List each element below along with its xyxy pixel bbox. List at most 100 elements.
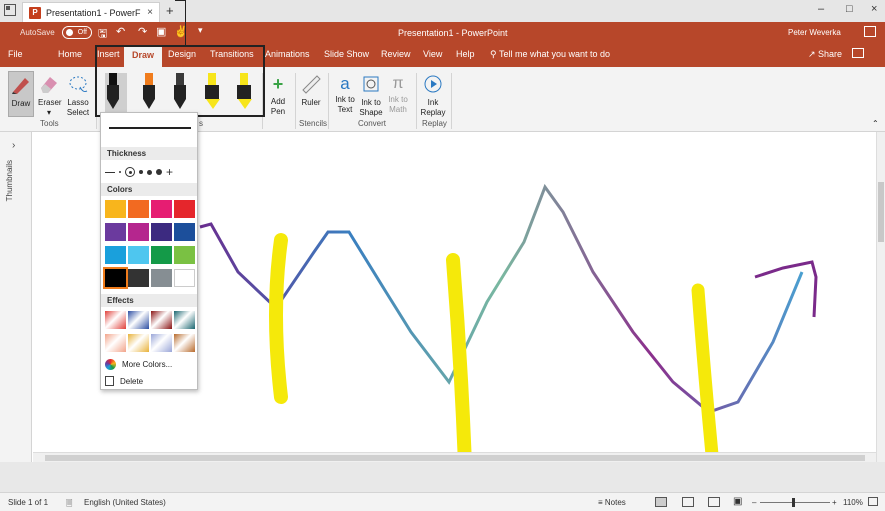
ribbon-display-options-icon[interactable]: [864, 26, 876, 37]
eraser-button[interactable]: Eraser ▾: [38, 73, 62, 118]
tab-help[interactable]: Help: [456, 49, 475, 59]
slide-sorter-icon[interactable]: [682, 497, 694, 507]
share-button[interactable]: ↗ Share: [808, 49, 842, 60]
slide-show-icon[interactable]: ▣: [733, 496, 742, 507]
expand-thumbnails-icon[interactable]: ›: [12, 140, 15, 151]
minimize-button[interactable]: –: [818, 3, 824, 15]
ink-replay-label-1: Ink: [427, 98, 439, 107]
ribbon-separator: [451, 73, 452, 129]
collapse-ribbon-icon[interactable]: ⌃: [872, 119, 879, 129]
vertical-scrollbar[interactable]: [876, 132, 885, 462]
undo-icon[interactable]: ↶: [116, 25, 125, 38]
thickness-option[interactable]: [139, 170, 143, 174]
effect-swatch[interactable]: [174, 334, 195, 352]
zoom-level[interactable]: 110%: [843, 498, 863, 507]
tab-slide-show[interactable]: Slide Show: [324, 49, 369, 59]
color-swatch[interactable]: [174, 246, 195, 264]
color-swatch[interactable]: [128, 246, 149, 264]
thickness-option-selected[interactable]: [125, 167, 135, 177]
tab-animations[interactable]: Animations: [265, 49, 310, 59]
add-pen-button[interactable]: + Add Pen: [266, 75, 290, 117]
highlighter-stroke[interactable]: [446, 253, 472, 472]
ink-replay-button[interactable]: Ink Replay: [420, 73, 446, 118]
color-swatch[interactable]: [103, 267, 128, 289]
color-swatch[interactable]: [128, 200, 149, 218]
thickness-header: Thickness: [101, 147, 197, 160]
tab-file[interactable]: File: [8, 49, 23, 59]
color-swatch[interactable]: [151, 200, 172, 218]
tab-home[interactable]: Home: [58, 49, 82, 59]
tabs-icon[interactable]: [4, 4, 16, 16]
ink-to-shape-label-2: Shape: [359, 108, 383, 117]
color-swatch[interactable]: [151, 223, 172, 241]
more-colors-item[interactable]: More Colors...: [105, 359, 172, 370]
color-swatch[interactable]: [105, 246, 126, 264]
document-tab[interactable]: P Presentation1 - PowerF ×: [22, 2, 160, 22]
effect-swatch[interactable]: [151, 334, 172, 352]
maximize-button[interactable]: □: [846, 3, 853, 15]
tab-review[interactable]: Review: [381, 49, 411, 59]
ink-stroke[interactable]: [199, 183, 804, 414]
autosave-toggle[interactable]: Off: [62, 26, 92, 39]
color-swatch[interactable]: [151, 246, 172, 264]
close-tab-icon[interactable]: ×: [147, 7, 153, 18]
zoom-out-button[interactable]: –: [752, 498, 756, 507]
fit-to-window-icon[interactable]: [868, 497, 878, 506]
effect-swatch[interactable]: [105, 311, 126, 329]
color-swatch[interactable]: [151, 269, 172, 287]
zoom-slider[interactable]: [760, 502, 830, 503]
color-swatch[interactable]: [128, 269, 149, 287]
from-beginning-icon[interactable]: ▣: [156, 25, 166, 38]
color-swatch[interactable]: [174, 200, 195, 218]
customize-qat-icon[interactable]: ▾: [198, 25, 203, 36]
thickness-option[interactable]: [147, 169, 152, 175]
horizontal-scrollbar[interactable]: [33, 452, 876, 462]
thumbnails-pane[interactable]: › Thumbnails: [0, 132, 32, 492]
effect-swatch[interactable]: [128, 334, 149, 352]
eraser-dropdown-icon[interactable]: ▾: [38, 108, 60, 118]
more-thickness-icon[interactable]: +: [166, 166, 173, 178]
color-swatch[interactable]: [105, 223, 126, 241]
color-swatch[interactable]: [128, 223, 149, 241]
stencils-group-label: Stencils: [299, 119, 328, 128]
notes-button[interactable]: ≡ Notes: [598, 498, 626, 507]
effect-swatch[interactable]: [174, 311, 195, 329]
ink-to-shape-button[interactable]: Ink to Shape: [358, 73, 384, 118]
thickness-option[interactable]: [156, 169, 162, 175]
save-icon[interactable]: 🖫: [98, 25, 107, 44]
horizontal-scroll-thumb[interactable]: [45, 455, 865, 461]
lasso-icon: [69, 76, 88, 92]
comments-icon[interactable]: [852, 48, 864, 58]
effect-swatch[interactable]: [105, 334, 126, 352]
highlighter-stroke[interactable]: [269, 233, 288, 404]
thickness-option[interactable]: [119, 171, 121, 173]
ribbon-separator: [416, 73, 417, 129]
tab-view[interactable]: View: [423, 49, 442, 59]
color-swatch[interactable]: [174, 223, 195, 241]
new-tab-button[interactable]: +: [166, 3, 174, 18]
zoom-in-button[interactable]: +: [832, 498, 837, 507]
close-window-button[interactable]: ×: [871, 3, 877, 15]
normal-view-icon[interactable]: [655, 497, 667, 507]
highlighter-stroke[interactable]: [691, 283, 720, 472]
effect-swatch[interactable]: [128, 311, 149, 329]
thickness-option[interactable]: [105, 171, 115, 173]
user-name[interactable]: Peter Weverka: [788, 28, 841, 37]
spelling-icon[interactable]: 🗏: [66, 498, 72, 511]
vertical-scroll-thumb[interactable]: [878, 182, 884, 242]
redo-icon[interactable]: ↷: [138, 25, 147, 38]
draw-tool-button[interactable]: Draw: [8, 71, 34, 117]
ruler-button[interactable]: Ruler: [298, 73, 324, 108]
reading-view-icon[interactable]: [708, 497, 720, 507]
language-status[interactable]: English (United States): [84, 498, 166, 507]
zoom-slider-handle[interactable]: [792, 498, 795, 507]
delete-item[interactable]: Delete: [105, 376, 143, 386]
lasso-select-button[interactable]: Lasso Select: [64, 73, 92, 118]
ink-to-text-button[interactable]: a Ink to Text: [332, 73, 358, 115]
trash-icon: [105, 376, 114, 386]
color-swatch[interactable]: [105, 200, 126, 218]
tell-me-search[interactable]: ⚲ Tell me what you want to do: [490, 49, 610, 60]
effect-swatch[interactable]: [151, 311, 172, 329]
ink-to-math-button[interactable]: π Ink to Math: [385, 73, 411, 115]
color-swatch[interactable]: [174, 269, 195, 287]
